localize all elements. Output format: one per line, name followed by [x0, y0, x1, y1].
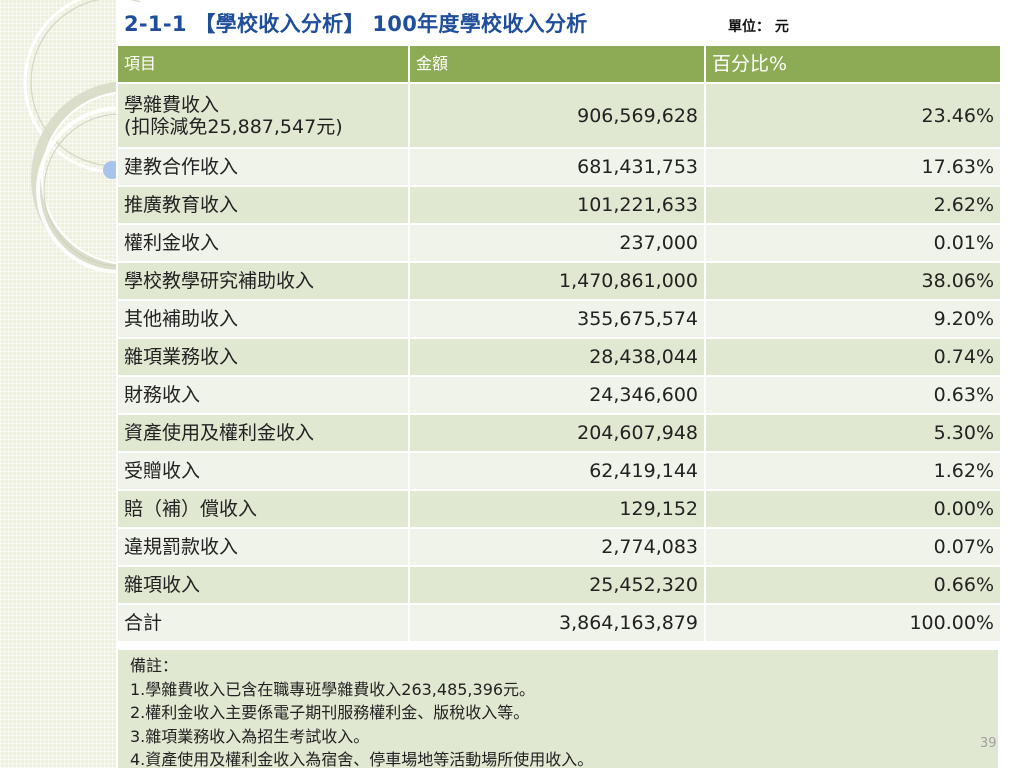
item-sublabel: (扣除減免25,887,547元)	[124, 115, 343, 138]
percent-cell: 5.30%	[704, 413, 1002, 453]
amount-cell: 25,452,320	[408, 565, 706, 605]
item-cell: 其他補助收入	[116, 299, 410, 339]
notes-heading: 備註：	[130, 656, 179, 675]
item-cell: 學雜費收入 (扣除減免25,887,547元)	[116, 82, 410, 149]
item-cell: 資產使用及權利金收入	[116, 413, 410, 453]
item-cell: 雜項收入	[116, 565, 410, 605]
note-line: 3.雜項業務收入為招生考試收入。	[130, 726, 370, 746]
table-row: 推廣教育收入 101,221,633 2.62%	[116, 185, 1002, 225]
page-title: 2-1-1 【學校收入分析】 100年度學校收入分析	[124, 12, 588, 36]
item-label: 學雜費收入	[124, 93, 220, 116]
percent-cell: 2.62%	[704, 185, 1002, 225]
percent-cell: 0.63%	[704, 375, 1002, 415]
item-cell: 權利金收入	[116, 223, 410, 263]
note-line: 2.權利金收入主要係電子期刊服務權利金、版稅收入等。	[130, 703, 530, 722]
amount-cell: 2,774,083	[408, 527, 706, 567]
amount-cell: 204,607,948	[408, 413, 706, 453]
amount-cell: 355,675,574	[408, 299, 706, 339]
header-item: 項目	[116, 44, 410, 84]
unit-label: 單位： 元	[728, 19, 789, 35]
percent-cell: 0.00%	[704, 489, 1002, 529]
percent-cell: 23.46%	[704, 82, 1002, 149]
notes-box: 備註： 1.學雜費收入已含在職專班學雜費收入263,485,396元。 2.權利…	[116, 650, 1000, 768]
table-row: 財務收入 24,346,600 0.63%	[116, 375, 1002, 415]
amount-cell: 3,864,163,879	[408, 603, 706, 643]
amount-cell: 28,438,044	[408, 337, 706, 377]
table-row: 違規罰款收入 2,774,083 0.07%	[116, 527, 1002, 567]
item-cell: 合計	[116, 603, 410, 643]
table-total-row: 合計 3,864,163,879 100.00%	[116, 603, 1002, 643]
percent-cell: 0.66%	[704, 565, 1002, 605]
table-row: 學雜費收入 (扣除減免25,887,547元) 906,569,628 23.4…	[116, 82, 1002, 149]
table-row: 其他補助收入 355,675,574 9.20%	[116, 299, 1002, 339]
percent-cell: 9.20%	[704, 299, 1002, 339]
table-row: 資產使用及權利金收入 204,607,948 5.30%	[116, 413, 1002, 453]
note-line: 1.學雜費收入已含在職專班學雜費收入263,485,396元。	[130, 679, 536, 699]
note-line: 4.資產使用及權利金收入為宿舍、停車場地等活動場所使用收入。	[130, 750, 594, 768]
amount-cell: 24,346,600	[408, 375, 706, 415]
percent-cell: 0.07%	[704, 527, 1002, 567]
table-row: 賠（補）償收入 129,152 0.00%	[116, 489, 1002, 529]
percent-cell: 0.01%	[704, 223, 1002, 263]
percent-cell: 0.74%	[704, 337, 1002, 377]
percent-cell: 100.00%	[704, 603, 1002, 643]
revenue-table: 項目 金額 百分比% 學雜費收入 (扣除減免25,887,547元) 906,5…	[116, 44, 1002, 643]
amount-cell: 129,152	[408, 489, 706, 529]
table-header-row: 項目 金額 百分比%	[116, 44, 1002, 84]
amount-cell: 237,000	[408, 223, 706, 263]
item-cell: 雜項業務收入	[116, 337, 410, 377]
header-percent: 百分比%	[704, 44, 1002, 84]
item-cell: 賠（補）償收入	[116, 489, 410, 529]
amount-cell: 906,569,628	[408, 82, 706, 149]
amount-cell: 1,470,861,000	[408, 261, 706, 301]
table-row: 雜項收入 25,452,320 0.66%	[116, 565, 1002, 605]
amount-cell: 681,431,753	[408, 147, 706, 187]
item-cell: 違規罰款收入	[116, 527, 410, 567]
item-cell: 建教合作收入	[116, 147, 410, 187]
item-cell: 財務收入	[116, 375, 410, 415]
page-number: 39	[980, 736, 997, 751]
percent-cell: 17.63%	[704, 147, 1002, 187]
percent-cell: 1.62%	[704, 451, 1002, 491]
amount-cell: 101,221,633	[408, 185, 706, 225]
item-cell: 推廣教育收入	[116, 185, 410, 225]
table-row: 權利金收入 237,000 0.01%	[116, 223, 1002, 263]
percent-cell: 38.06%	[704, 261, 1002, 301]
table-row: 雜項業務收入 28,438,044 0.74%	[116, 337, 1002, 377]
table-row: 受贈收入 62,419,144 1.62%	[116, 451, 1002, 491]
amount-cell: 62,419,144	[408, 451, 706, 491]
item-cell: 受贈收入	[116, 451, 410, 491]
item-cell: 學校教學研究補助收入	[116, 261, 410, 301]
header-amount: 金額	[408, 44, 706, 84]
table-row: 建教合作收入 681,431,753 17.63%	[116, 147, 1002, 187]
table-row: 學校教學研究補助收入 1,470,861,000 38.06%	[116, 261, 1002, 301]
